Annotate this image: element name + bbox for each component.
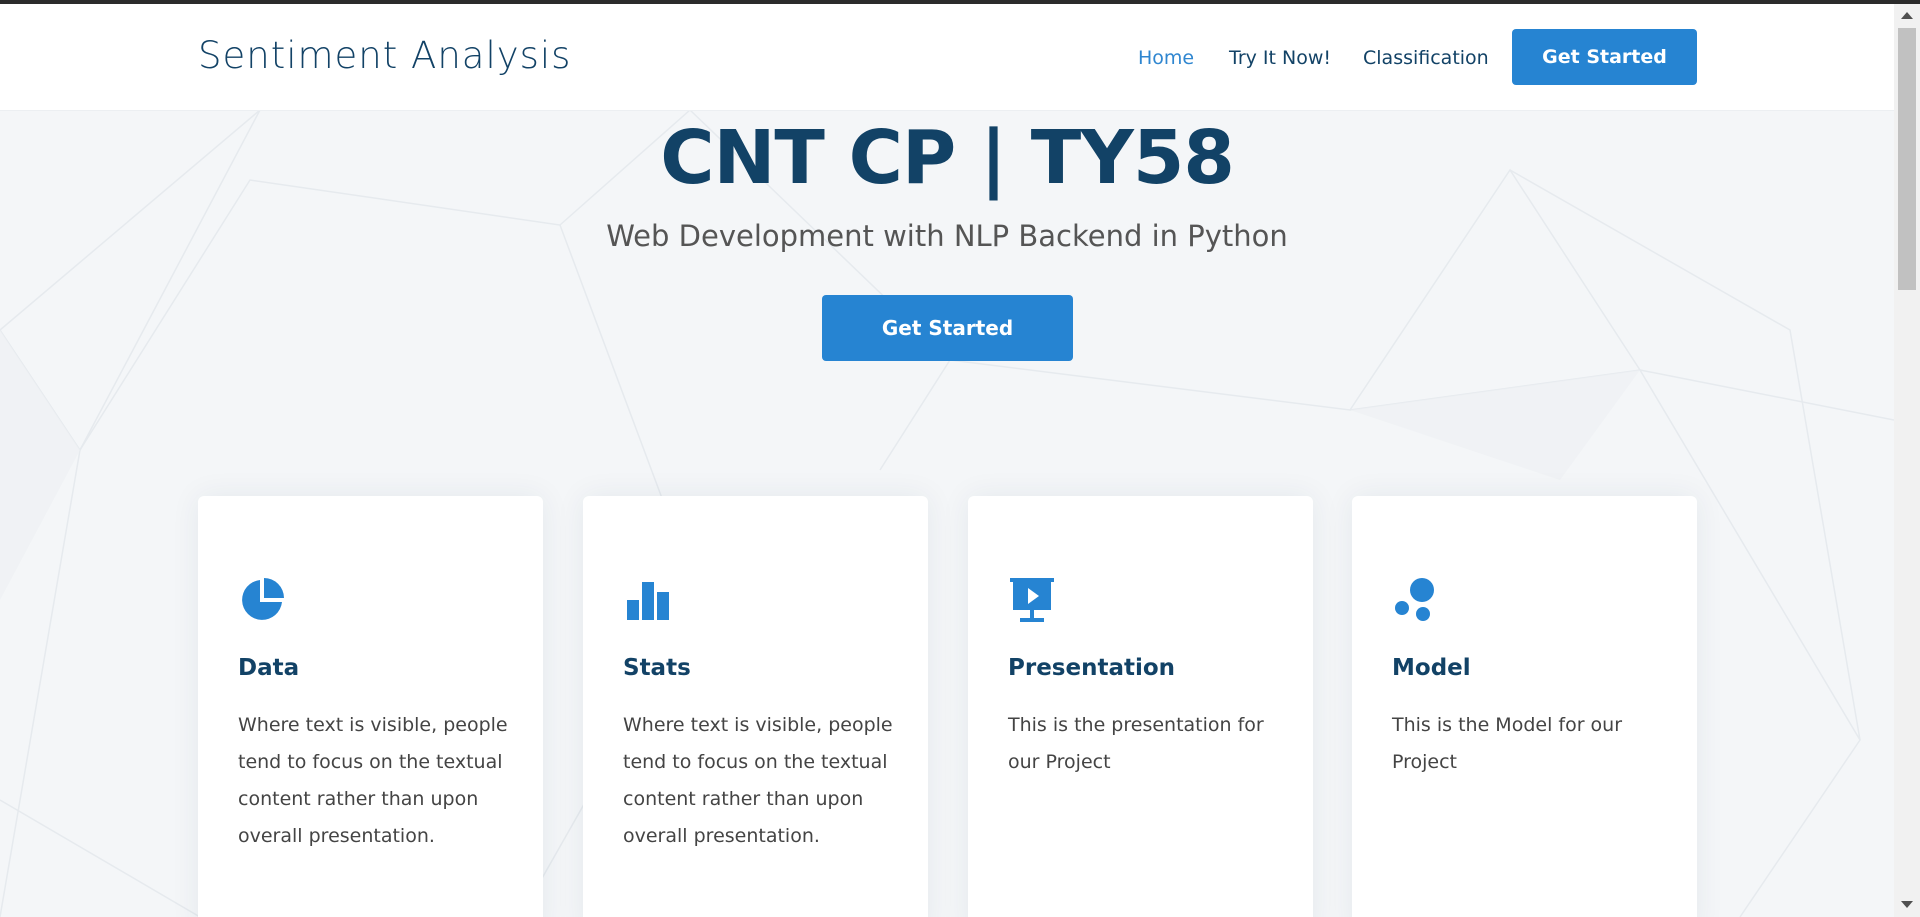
scroll-up-arrow-icon[interactable] <box>1901 12 1913 19</box>
hero-subtitle: Web Development with NLP Backend in Pyth… <box>606 219 1288 253</box>
card-text: This is the presentation for our Project <box>1008 714 1264 773</box>
bubbles-icon <box>1395 578 1434 621</box>
hero-get-started-button[interactable]: Get Started <box>822 295 1073 361</box>
card-title: Stats <box>623 655 691 681</box>
bar-chart-icon <box>627 582 669 620</box>
card-text: Where text is visible, people tend to fo… <box>238 714 508 847</box>
card-model: Model This is the Model for our Project <box>1352 496 1697 917</box>
vertical-scrollbar[interactable] <box>1894 4 1920 917</box>
header-get-started-button[interactable]: Get Started <box>1512 29 1697 85</box>
site-header: Sentiment Analysis Home Try It Now! Clas… <box>0 4 1894 111</box>
site-logo[interactable]: Sentiment Analysis <box>198 34 571 77</box>
card-text: Where text is visible, people tend to fo… <box>623 714 893 847</box>
card-data: Data Where text is visible, people tend … <box>198 496 543 917</box>
nav-item-classification[interactable]: Classification <box>1363 47 1489 69</box>
nav-item-try-it-now[interactable]: Try It Now! <box>1229 47 1331 69</box>
scrollbar-thumb[interactable] <box>1898 28 1916 290</box>
nav-item-home[interactable]: Home <box>1138 47 1194 69</box>
card-title: Presentation <box>1008 655 1176 681</box>
presentation-icon <box>1010 578 1054 622</box>
card-title: Data <box>238 655 300 681</box>
card-text: This is the Model for our Project <box>1392 714 1623 773</box>
card-presentation: Presentation This is the presentation fo… <box>968 496 1313 917</box>
hero-title: CNT CP | TY58 <box>660 115 1235 201</box>
pie-chart-icon <box>242 578 284 620</box>
card-stats: Stats Where text is visible, people tend… <box>583 496 928 917</box>
scroll-down-arrow-icon[interactable] <box>1901 901 1913 908</box>
card-title: Model <box>1392 655 1471 681</box>
